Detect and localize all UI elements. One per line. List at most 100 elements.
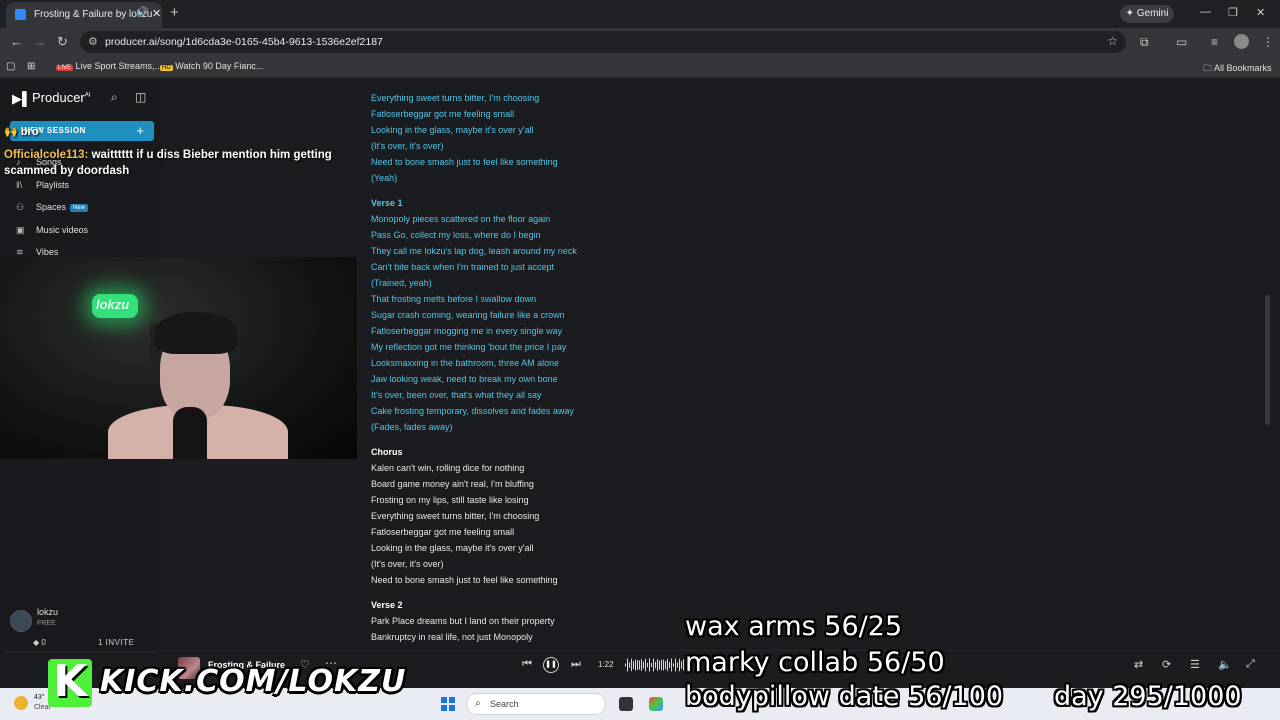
previous-icon[interactable]: ⏮ [522,658,532,671]
expand-icon[interactable]: ⤢ [1246,658,1255,671]
scrollbar[interactable] [1265,295,1270,425]
search-placeholder: Search [490,699,519,709]
sidebar-item-spaces[interactable]: ⚇ Spaces New [16,202,89,213]
repeat-icon[interactable]: ⟳ [1162,658,1171,671]
waveform-bar [681,661,682,669]
logo-text: Producer [32,90,85,105]
gemini-button[interactable]: ✦ Gemini [1120,5,1174,23]
goal-wax-arms: wax arms 56/25 [685,611,903,642]
search-icon[interactable]: ⌕ [111,90,118,105]
cast-icon[interactable]: ▭ [1176,35,1187,49]
close-window-icon[interactable]: ✕ [1256,6,1265,19]
url-text[interactable]: producer.ai/song/1d6cda3e-0165-45b4-9613… [105,36,383,48]
chat-previous-text: bro [20,126,39,138]
waveform-bar [663,659,664,671]
new-tab-button[interactable]: + [170,4,179,21]
lyrics-line: Board game money ain't real, I'm bluffin… [371,479,534,489]
goal-bodypillow: bodypillow date 56/100 [685,681,1004,712]
queue-icon[interactable]: ☰ [1190,658,1200,671]
user-avatar[interactable] [10,610,32,632]
waveform-bar [665,660,666,670]
sidebar-item-label: Vibes [36,247,59,257]
waveform-bar [677,662,678,668]
next-icon[interactable]: ⏭ [571,658,581,671]
waveform-bar [679,658,680,672]
sidebar-toggle-icon[interactable]: ▢ [6,61,15,72]
lyrics-line: My reflection got me thinking 'bout the … [371,342,567,352]
user-name[interactable]: lokzu [37,607,58,617]
streamer-hair [155,312,237,354]
copilot-icon[interactable] [649,697,663,711]
speaker-icon[interactable]: 🔊 [136,7,148,18]
bookmark-star-icon[interactable]: ☆ [1107,34,1118,48]
lyrics-line: Sugar crash coming, wearing failure like… [371,310,565,320]
collapse-sidebar-icon[interactable]: ◫ [135,90,146,104]
lyrics-section-heading: Verse 1 [371,198,403,208]
neon-sign-text: lokzu [96,297,130,312]
waveform-bar [637,660,638,670]
film-icon: ▣ [16,225,25,235]
shuffle-icon[interactable]: ⇄ [1134,658,1143,671]
lyrics-line: That frosting melts before I swallow dow… [371,294,537,304]
all-bookmarks-label: All Bookmarks [1214,63,1272,73]
waveform-bar [667,658,668,672]
task-view-icon[interactable] [619,697,633,711]
restore-icon[interactable]: ❐ [1228,6,1238,19]
extensions-icon[interactable]: ⧉ [1140,35,1149,50]
waveform-bar [641,659,642,671]
invite-button[interactable]: 1 INVITE [98,638,134,647]
kebab-menu-icon[interactable]: ⋮ [1262,35,1274,49]
media-control-icon[interactable]: ≡ [1211,35,1218,49]
start-button[interactable] [441,697,455,711]
kick-k-icon: K [53,656,88,707]
profile-avatar[interactable] [1234,34,1249,49]
bookmark-label: Live Sport Streams,... [75,61,163,71]
waveform-bar [647,662,648,668]
user-plan: FREE [37,620,56,627]
folder-icon: 🗀 [1203,63,1213,73]
lyrics-panel: Everything sweet turns bitter, I'm choos… [371,90,791,645]
plus-icon: + [136,123,144,138]
waveform-bar [631,658,632,672]
sidebar-item-music-videos[interactable]: ▣ Music videos [16,225,88,236]
bookmark-live-sport[interactable]: LIVE Live Sport Streams,... [56,61,162,71]
minimize-icon[interactable]: — [1200,6,1211,18]
pause-button[interactable]: ❚❚ [543,657,559,673]
goal-day-counter: day 295/1000 [1054,681,1242,712]
waveform-bar [629,662,630,668]
moon-weather-icon [14,696,28,710]
browser-tab-strip: Frosting & Failure by lokzu 🔊 ✕ + ✦ Gemi… [0,0,1280,28]
lyrics-line: Fatloserbeggar got me feeling small [371,527,515,537]
app-logo[interactable]: ProducerAI [32,90,90,105]
waveform-scrubber[interactable] [625,658,685,672]
bookmark-90-day[interactable]: HD Watch 90 Day Fianc... [160,61,263,71]
tab-close-icon[interactable]: ✕ [152,7,161,20]
forward-arrow-icon[interactable]: → [33,34,46,49]
site-info-icon[interactable]: ⚙ [88,35,98,48]
credits-counter[interactable]: ◆ 0 [33,638,46,647]
sidebar-item-label: Music videos [36,225,89,235]
waveform-bar [673,663,674,667]
screen: Frosting & Failure by lokzu 🔊 ✕ + ✦ Gemi… [0,0,1280,720]
waveform-bar [655,661,656,669]
lyrics-line: (Yeah) [371,173,398,183]
back-arrow-icon[interactable]: ← [10,34,23,49]
weather-temp[interactable]: 43° [34,694,45,701]
gemini-label: Gemini [1136,8,1169,19]
elapsed-time: 1:22 [598,660,614,669]
reload-icon[interactable]: ↻ [57,34,68,50]
waveform-bar [633,661,634,669]
lyrics-line: Fatloserbeggar got me feeling small [371,109,515,119]
all-bookmarks[interactable]: 🗀 All Bookmarks [1203,61,1272,77]
producer-logo-icon: ▶▌ [12,91,32,106]
lyrics-line: Looking in the glass, maybe it's over y'… [371,125,534,135]
sidebar-item-playlists[interactable]: ǁ\ Playlists [16,180,69,190]
apps-grid-icon[interactable]: ⊞ [27,61,35,72]
waveform-bar [653,658,654,672]
lyrics-line: (Fades, fades away) [371,422,453,432]
browser-tab[interactable]: Frosting & Failure by lokzu 🔊 ✕ [6,2,162,28]
windows-logo-part [449,705,455,711]
volume-icon[interactable]: 🔈 [1218,658,1232,671]
address-bar[interactable]: ⚙ producer.ai/song/1d6cda3e-0165-45b4-96… [80,31,1126,53]
taskbar-search[interactable]: ⌕ Search [466,693,606,715]
